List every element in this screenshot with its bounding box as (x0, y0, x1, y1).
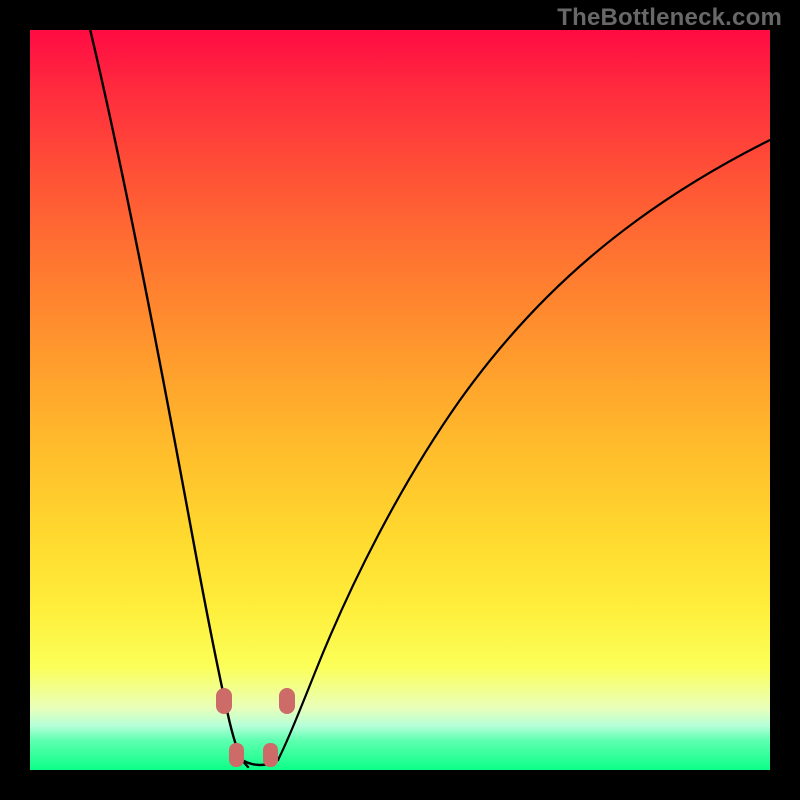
watermark-text: TheBottleneck.com (557, 4, 782, 32)
chart-svg (30, 30, 770, 770)
curve-marker (216, 688, 232, 714)
curve-marker (279, 688, 295, 714)
curve-marker (263, 743, 278, 767)
curve-marker (229, 743, 244, 767)
plot-area (30, 30, 770, 770)
chart-container: TheBottleneck.com (0, 0, 800, 800)
curve-left (83, 0, 248, 767)
curve-right (278, 140, 770, 760)
